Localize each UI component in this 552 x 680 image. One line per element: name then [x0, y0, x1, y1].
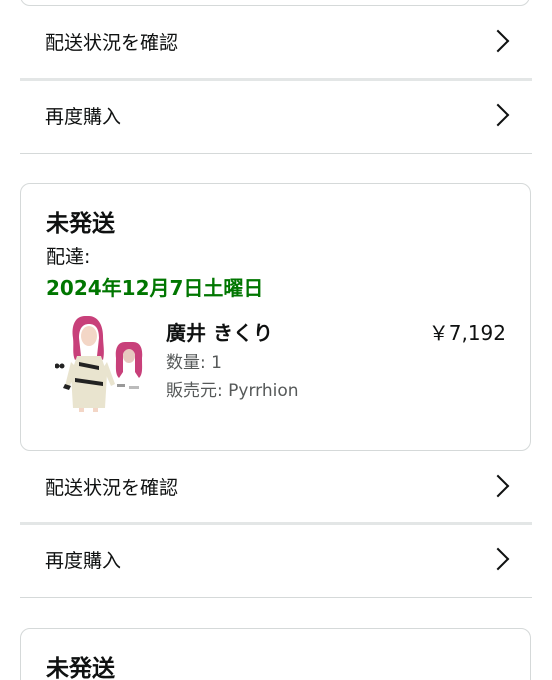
- product-quantity: 数量: 1: [166, 353, 222, 373]
- delivery-date: 2024年12月7日土曜日: [46, 276, 264, 300]
- order-card: 未発送 配達: 2024年12月7日土曜日 廣井 きくり ￥7,192 数量: …: [20, 183, 531, 451]
- shipping-status: 未発送: [46, 211, 115, 237]
- row-divider: [20, 597, 532, 598]
- buy-again-row[interactable]: 再度購入: [20, 524, 532, 594]
- buy-again-row[interactable]: 再度購入: [20, 80, 532, 150]
- chevron-right-icon: [486, 29, 510, 53]
- order-history-page: 配送状況を確認 再度購入 未発送 配達: 2024年12月7日土曜日 廣井 きく…: [0, 0, 552, 680]
- buy-again-label: 再度購入: [45, 105, 122, 128]
- buy-again-label: 再度購入: [45, 549, 122, 572]
- shipping-status: 未発送: [46, 656, 115, 680]
- chevron-right-icon: [486, 474, 510, 498]
- track-package-label: 配送状況を確認: [45, 476, 179, 499]
- product-price: ￥7,192: [428, 321, 506, 345]
- cosplay-costume-product-image[interactable]: [55, 312, 145, 412]
- track-package-row[interactable]: 配送状況を確認: [20, 451, 532, 521]
- next-order-card: 未発送: [20, 628, 531, 680]
- delivery-label: 配達:: [46, 246, 91, 268]
- chevron-right-icon: [486, 103, 510, 127]
- track-package-label: 配送状況を確認: [45, 31, 179, 54]
- chevron-right-icon: [486, 547, 510, 571]
- row-divider: [20, 153, 532, 154]
- track-package-row[interactable]: 配送状況を確認: [20, 6, 532, 76]
- product-name-link[interactable]: 廣井 きくり: [166, 317, 273, 346]
- product-seller: 販売元: Pyrrhion: [166, 381, 299, 401]
